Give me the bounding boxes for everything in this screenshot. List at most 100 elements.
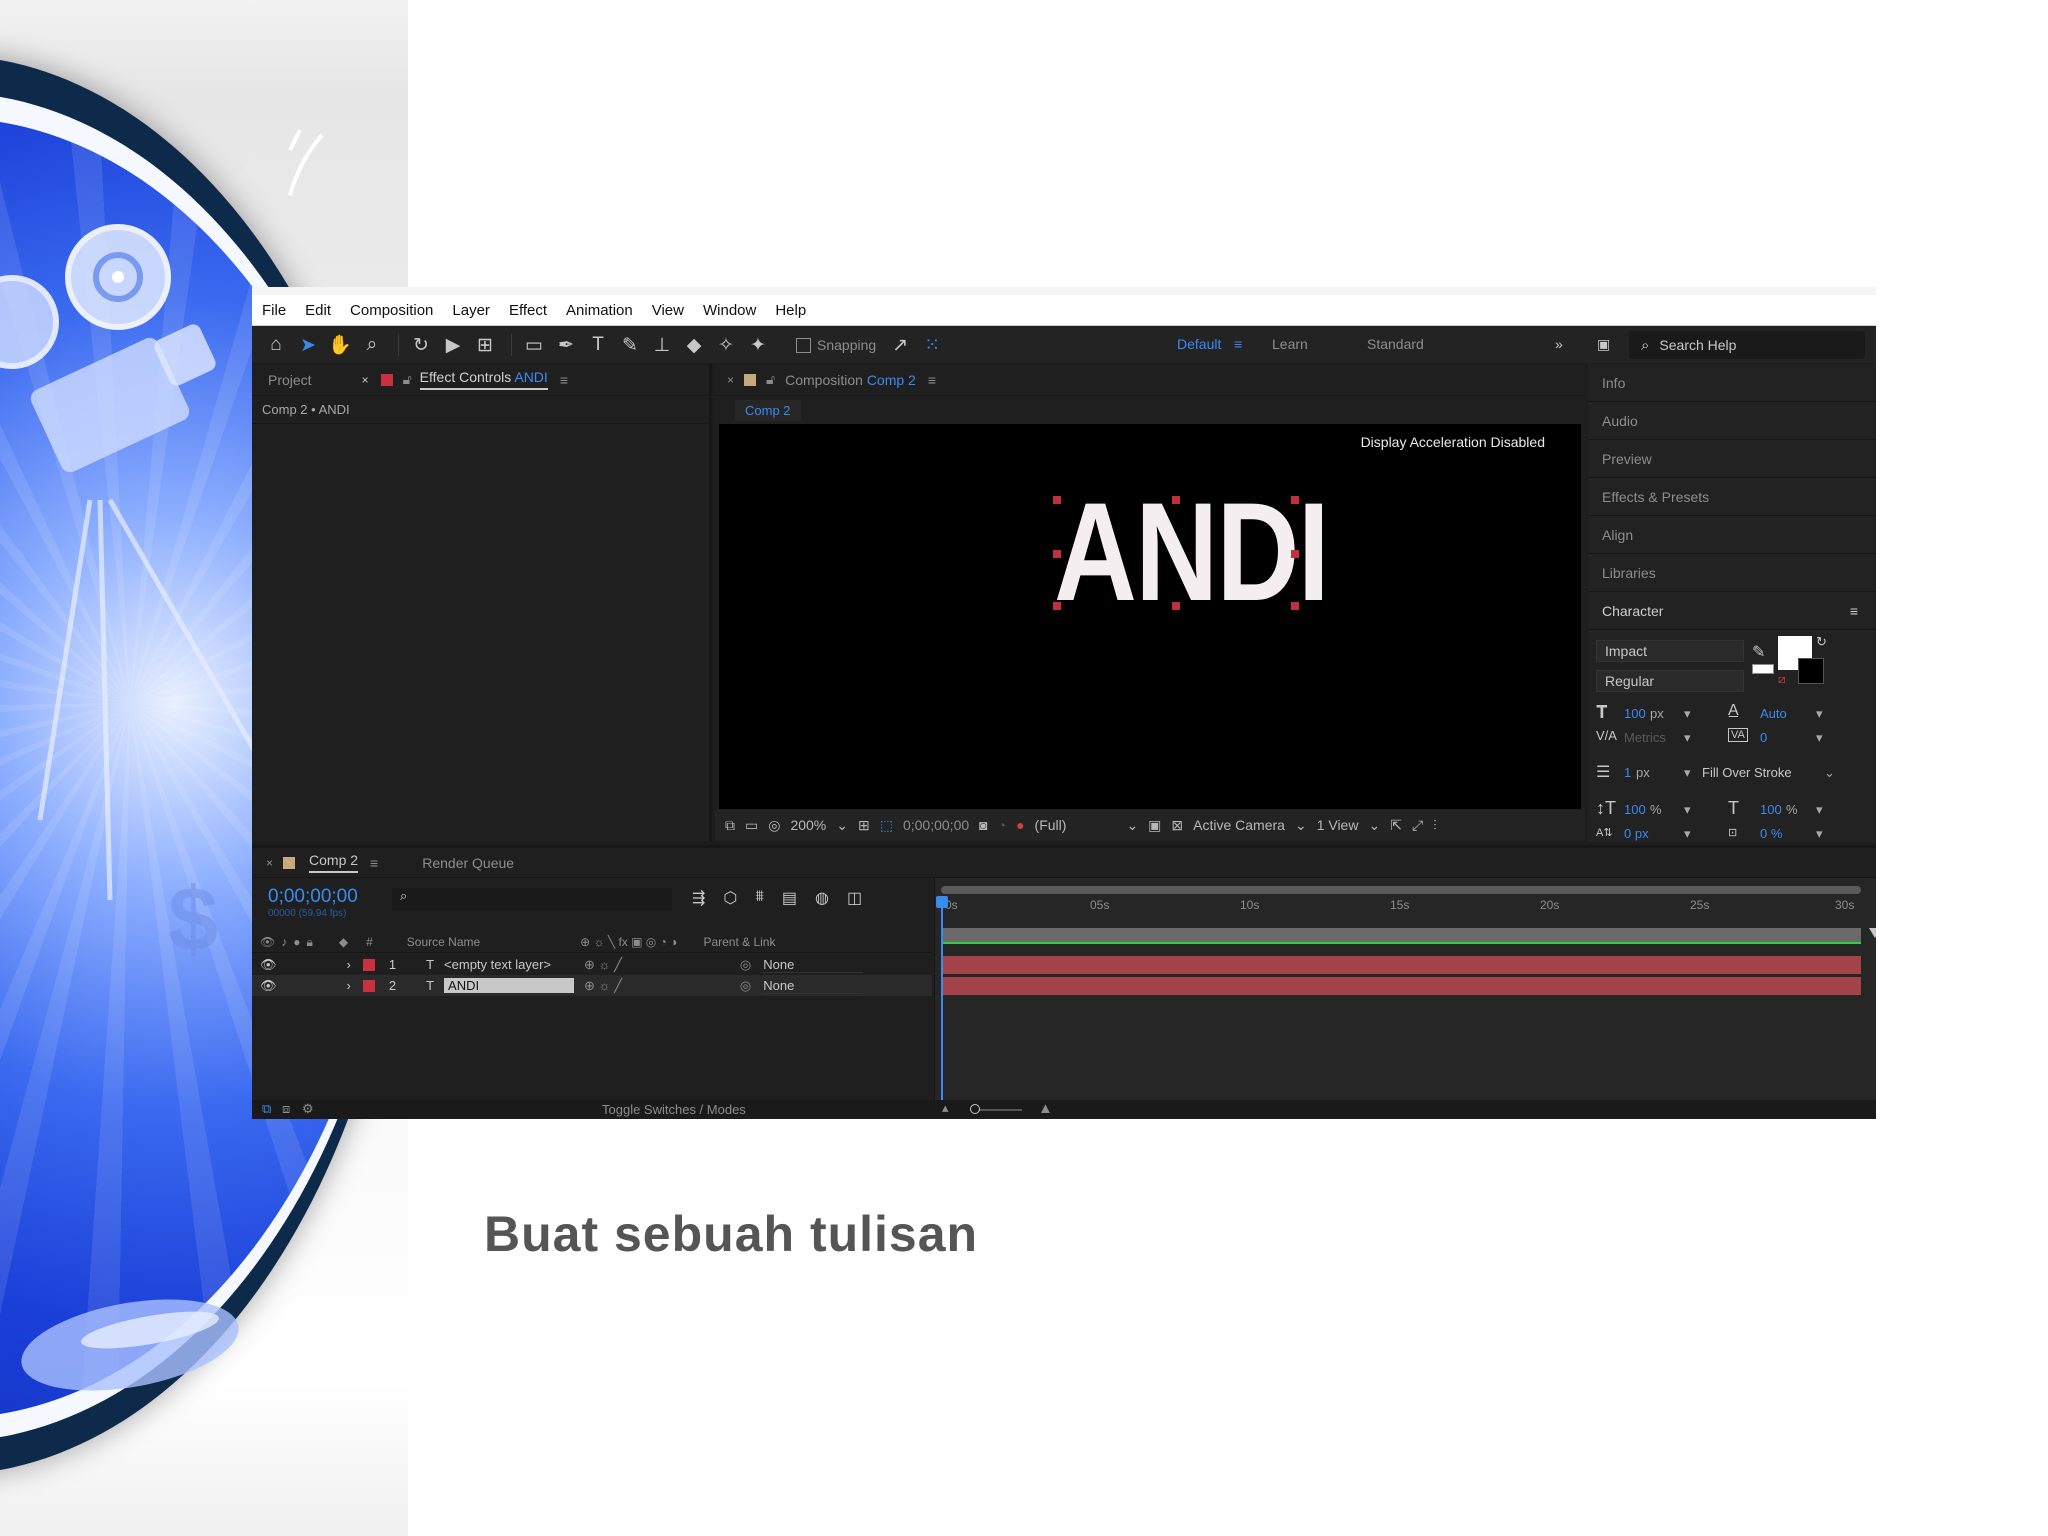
baseline-shift-value[interactable]: 0 px xyxy=(1624,826,1649,841)
menu-layer[interactable]: Layer xyxy=(452,302,490,319)
close-icon[interactable]: × xyxy=(266,856,273,870)
comp-duration-bar[interactable] xyxy=(941,928,1861,942)
home-icon[interactable]: ⌂ xyxy=(262,331,290,359)
kerning-value[interactable]: Metrics xyxy=(1624,730,1666,745)
source-name-header[interactable]: Source Name xyxy=(407,935,480,949)
panel-menu-icon[interactable]: ≡ xyxy=(560,372,568,388)
snapping-toggle[interactable]: Snapping xyxy=(796,337,876,353)
chevron-right-icon[interactable]: › xyxy=(347,978,351,993)
hand-tool-icon[interactable]: ✋ xyxy=(326,331,354,359)
chevron-down-icon[interactable]: ▾ xyxy=(1684,706,1691,722)
timeline-track-area[interactable]: 0s 05s 10s 15s 20s 25s 30s xyxy=(934,878,1876,1103)
tab-timeline-comp[interactable]: Comp 2 xyxy=(309,852,359,873)
table-row[interactable]: 👁︎ › 1 T <empty text layer> ⊕ ☼ ╱ ◎ None xyxy=(252,954,932,975)
more-workspaces-icon[interactable]: » xyxy=(1555,336,1563,352)
chevron-down-icon[interactable]: ▾ xyxy=(1816,706,1823,722)
stroke-width-value[interactable]: 1 xyxy=(1624,765,1631,780)
stroke-color-swatch[interactable] xyxy=(1798,658,1824,684)
clone-stamp-tool-icon[interactable]: ⊥ xyxy=(648,331,676,359)
transfer-controls-pane-icon[interactable]: ⧈ xyxy=(282,1101,290,1117)
tab-effect-controls[interactable]: Effect Controls ANDI xyxy=(419,369,548,390)
font-size-value[interactable]: 100 xyxy=(1624,706,1646,721)
work-area-bar[interactable] xyxy=(941,886,1861,894)
search-help[interactable]: ⌕ Search Help xyxy=(1629,331,1865,359)
playhead[interactable] xyxy=(941,900,943,1103)
eyedropper-icon[interactable]: ✎ xyxy=(1752,642,1765,662)
transform-handle[interactable] xyxy=(1053,602,1061,610)
layer-name[interactable]: ANDI xyxy=(444,978,575,993)
view-layout-dropdown[interactable]: 1 View xyxy=(1317,817,1359,833)
tsume-value[interactable]: 0 % xyxy=(1760,826,1782,841)
zoom-tool-icon[interactable]: ⌕ xyxy=(358,331,386,359)
font-style-dropdown[interactable]: Regular xyxy=(1596,670,1744,692)
puppet-pin-tool-icon[interactable]: ✦ xyxy=(744,331,772,359)
workspace-standard[interactable]: Standard xyxy=(1367,336,1424,352)
shy-layers-icon[interactable]: ⩩ xyxy=(755,888,764,908)
transform-handle[interactable] xyxy=(1291,550,1299,558)
transparency-grid-icon[interactable]: ⊠ xyxy=(1171,817,1183,834)
composition-viewer[interactable]: Display Acceleration Disabled ANDI xyxy=(719,424,1581,809)
mask-visibility-icon[interactable]: ◎ xyxy=(768,817,780,834)
panel-align[interactable]: Align xyxy=(1588,516,1876,554)
leading-value[interactable]: Auto xyxy=(1760,706,1787,721)
comp-marker-icon[interactable] xyxy=(1869,928,1876,938)
tracking-value[interactable]: 0 xyxy=(1760,730,1767,745)
transform-handle[interactable] xyxy=(1053,550,1061,558)
transform-handle[interactable] xyxy=(1291,602,1299,610)
no-color-icon[interactable]: ⧄ xyxy=(1778,672,1786,687)
horizontal-scale-value[interactable]: 100 xyxy=(1760,802,1782,817)
tab-composition[interactable]: Composition Comp 2 xyxy=(785,372,916,388)
panel-effects-presets[interactable]: Effects & Presets xyxy=(1588,478,1876,516)
snap-edges-icon[interactable]: ↗ xyxy=(886,331,914,359)
zoom-out-icon[interactable]: ▴ xyxy=(942,1100,949,1116)
menu-file[interactable]: File xyxy=(262,302,286,319)
close-icon[interactable]: × xyxy=(727,373,734,387)
reset-exposure-icon[interactable]: ⇱ xyxy=(1390,817,1402,834)
eye-icon[interactable]: 👁︎ xyxy=(260,978,277,994)
layer-search-input[interactable]: ⌕ xyxy=(392,888,672,910)
workspace-menu-icon[interactable]: ≡ xyxy=(1234,336,1242,352)
text-layer-andi[interactable]: ANDI xyxy=(1054,482,1330,622)
zoom-in-icon[interactable]: ▲ xyxy=(1038,1100,1053,1117)
chevron-down-icon[interactable]: ⌄ xyxy=(1126,817,1138,834)
rotate-tool-icon[interactable]: ↻ xyxy=(407,331,435,359)
fast-preview-icon[interactable]: ▣ xyxy=(1148,817,1161,834)
camera-tool-icon[interactable]: ▶ xyxy=(439,331,467,359)
rectangle-tool-icon[interactable]: ▭ xyxy=(520,331,548,359)
chevron-down-icon[interactable]: ▾ xyxy=(1684,730,1691,746)
playhead-handle[interactable] xyxy=(936,896,948,908)
3d-draft-icon[interactable]: ⤢ xyxy=(1412,817,1423,834)
tab-project[interactable]: Project xyxy=(268,372,312,388)
menu-help[interactable]: Help xyxy=(775,302,806,319)
screen-toggle-icon[interactable]: ▣ xyxy=(1597,336,1610,353)
layer-label-color[interactable] xyxy=(362,958,375,971)
zoom-slider-thumb[interactable] xyxy=(970,1104,980,1114)
eraser-tool-icon[interactable]: ◆ xyxy=(680,331,708,359)
snap-grid-icon[interactable]: ⁙ xyxy=(918,331,946,359)
menu-view[interactable]: View xyxy=(652,302,684,319)
pan-behind-tool-icon[interactable]: ⊞ xyxy=(471,331,499,359)
layer-switches-pane-icon[interactable]: ⧉ xyxy=(262,1101,271,1117)
in-out-pane-icon[interactable]: ⚙ xyxy=(302,1101,314,1117)
workspace-default[interactable]: Default xyxy=(1177,336,1221,352)
composition-navigator-icon[interactable]: ⇶ xyxy=(692,888,705,908)
chevron-down-icon[interactable]: ▾ xyxy=(1816,826,1823,842)
chevron-down-icon[interactable]: ▾ xyxy=(1684,765,1691,781)
panel-preview[interactable]: Preview xyxy=(1588,440,1876,478)
panel-audio[interactable]: Audio xyxy=(1588,402,1876,440)
graph-editor-icon[interactable]: ◫ xyxy=(847,888,862,908)
chevron-down-icon[interactable]: ▾ xyxy=(1684,802,1691,818)
timeline-timecode[interactable]: 0;00;00;00 xyxy=(268,886,358,908)
channel-icon[interactable]: ● xyxy=(1016,817,1024,833)
roto-brush-tool-icon[interactable]: ✧ xyxy=(712,331,740,359)
show-snapshot-icon[interactable]: ◔ xyxy=(998,817,1006,833)
parent-link-header[interactable]: Parent & Link xyxy=(703,935,775,949)
parent-dropdown[interactable]: None xyxy=(763,957,864,973)
chevron-right-icon[interactable]: › xyxy=(347,957,351,972)
chevron-down-icon[interactable]: ⌄ xyxy=(836,817,848,834)
chevron-down-icon[interactable]: ▾ xyxy=(1684,826,1691,842)
stroke-type-dropdown[interactable]: Fill Over Stroke xyxy=(1702,765,1792,780)
layer-label-color[interactable] xyxy=(362,979,375,992)
time-ruler[interactable]: 0s 05s 10s 15s 20s 25s 30s xyxy=(935,898,1865,920)
layer-name[interactable]: <empty text layer> xyxy=(444,957,574,972)
